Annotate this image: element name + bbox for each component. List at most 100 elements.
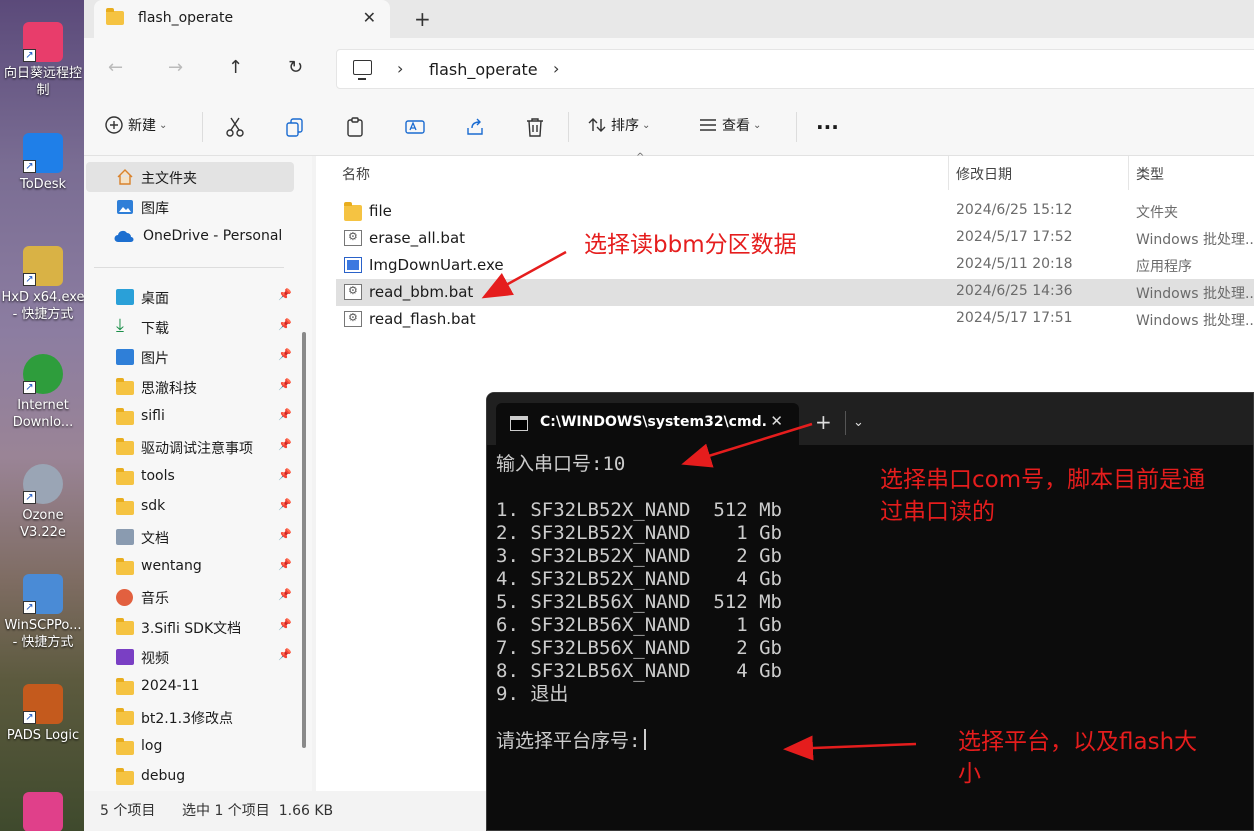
- file-type: Windows 批处理...: [1136, 286, 1254, 302]
- pin-icon[interactable]: 📌: [278, 648, 292, 661]
- status-bar: 5 个项目 选中 1 个项目 1.66 KB: [84, 791, 488, 831]
- nav-item[interactable]: 思澈科技 📌: [86, 372, 294, 402]
- folder-icon: [116, 738, 134, 755]
- paste-icon[interactable]: [344, 115, 366, 139]
- nav-item[interactable]: 驱动调试注意事项 📌: [86, 432, 294, 462]
- nav-item-gallery[interactable]: 图库: [86, 192, 294, 222]
- new-button[interactable]: 新建 ⌄: [104, 115, 167, 139]
- refresh-button[interactable]: ↻: [288, 57, 303, 78]
- nav-item-onedrive[interactable]: OneDrive - Personal: [86, 222, 294, 252]
- desktop-icon-pads[interactable]: ↗ PADS Logic: [0, 684, 86, 744]
- nav-item[interactable]: sifli 📌: [86, 402, 294, 432]
- pin-icon[interactable]: 📌: [278, 348, 292, 361]
- nav-item-label: 图库: [141, 201, 169, 217]
- column-header-date[interactable]: 修改日期: [956, 164, 1012, 184]
- pin-icon[interactable]: 📌: [278, 288, 292, 301]
- address-bar[interactable]: › flash_operate ›: [336, 49, 1254, 89]
- desktop-icon-ozone[interactable]: ↗ Ozone V3.22e: [0, 464, 86, 541]
- delete-icon[interactable]: [524, 115, 546, 139]
- nav-item[interactable]: 图片 📌: [86, 342, 294, 372]
- nav-item[interactable]: wentang 📌: [86, 552, 294, 582]
- column-header-type[interactable]: 类型: [1136, 164, 1164, 184]
- nav-scrollbar[interactable]: [302, 332, 306, 748]
- desktop-icon-winscp[interactable]: ↗ WinSCPPo... - 快捷方式: [0, 574, 86, 651]
- nav-item-label: sdk: [141, 498, 166, 514]
- nav-item[interactable]: tools 📌: [86, 462, 294, 492]
- nav-item[interactable]: sdk 📌: [86, 492, 294, 522]
- file-row[interactable]: read_flash.bat 2024/5/17 17:51 Windows 批…: [336, 306, 1254, 333]
- forward-button[interactable]: →: [168, 57, 183, 78]
- pin-icon[interactable]: 📌: [278, 378, 292, 391]
- desktop-icon-partial[interactable]: [0, 792, 86, 831]
- close-tab-icon[interactable]: ✕: [363, 8, 376, 27]
- desktop-icon-sunlogin[interactable]: ↗ 向日葵远程控 制: [0, 22, 86, 99]
- prompt-text: 请选择平台序号:: [496, 730, 641, 752]
- nav-item-home[interactable]: 主文件夹: [86, 162, 294, 192]
- nav-item[interactable]: debug: [86, 762, 294, 792]
- share-icon[interactable]: [464, 115, 486, 139]
- pin-icon[interactable]: 📌: [278, 408, 292, 421]
- nav-item-label: 图片: [141, 351, 169, 367]
- documents-icon: [116, 529, 134, 545]
- rename-icon[interactable]: [404, 115, 426, 139]
- nav-item[interactable]: 音乐 📌: [86, 582, 294, 612]
- file-row-selected[interactable]: read_bbm.bat 2024/6/25 14:36 Windows 批处理…: [336, 279, 1254, 306]
- back-button[interactable]: ←: [108, 57, 123, 78]
- pin-icon[interactable]: 📌: [278, 438, 292, 451]
- pin-icon[interactable]: 📌: [278, 558, 292, 571]
- nav-item[interactable]: log: [86, 732, 294, 762]
- pin-icon[interactable]: 📌: [278, 588, 292, 601]
- nav-item[interactable]: bt2.1.3修改点: [86, 702, 294, 732]
- new-button-label: 新建: [128, 118, 156, 134]
- nav-item-label: 音乐: [141, 591, 169, 607]
- this-pc-icon[interactable]: [353, 60, 372, 80]
- desktop-icon-todesk[interactable]: ↗ ToDesk: [0, 133, 86, 193]
- annotation-select-com: 选择串口com号，脚本目前是通 过串口读的: [880, 464, 1250, 528]
- annotation-line: 小: [958, 761, 981, 787]
- file-row[interactable]: file 2024/6/25 15:12 文件夹: [336, 198, 1254, 225]
- terminal-output[interactable]: 输入串口号:10 1. SF32LB52X_NAND 512 Mb 2. SF32L…: [496, 453, 782, 753]
- file-date: 2024/5/17 17:52: [956, 229, 1073, 245]
- nav-item[interactable]: 桌面 📌: [86, 282, 294, 312]
- nav-item[interactable]: 3.Sifli SDK文档 📌: [86, 612, 294, 642]
- chevron-down-icon[interactable]: ⌄: [853, 415, 864, 430]
- selection-info: 选中 1 个项目 1.66 KB: [182, 803, 334, 819]
- folder-icon: [116, 768, 134, 785]
- column-header-name[interactable]: 名称: [342, 164, 370, 184]
- tab-bar: flash_operate ✕ +: [84, 0, 1254, 38]
- sort-button[interactable]: 排序 ⌄: [587, 115, 650, 139]
- nav-item-label: wentang: [141, 558, 202, 574]
- chevron-right-icon[interactable]: ›: [397, 59, 403, 78]
- chevron-right-icon[interactable]: ›: [553, 59, 559, 78]
- new-tab-button[interactable]: +: [414, 7, 431, 31]
- pin-icon[interactable]: 📌: [278, 498, 292, 511]
- new-tab-button[interactable]: +: [815, 410, 832, 434]
- nav-item[interactable]: 视频 📌: [86, 642, 294, 672]
- pin-icon[interactable]: 📌: [278, 618, 292, 631]
- nav-item[interactable]: 文档 📌: [86, 522, 294, 552]
- desktop-icon: [116, 289, 134, 305]
- up-button[interactable]: ↑: [228, 57, 243, 78]
- nav-item-label: bt2.1.3修改点: [141, 711, 233, 727]
- breadcrumb[interactable]: flash_operate: [429, 60, 538, 79]
- nav-item[interactable]: 2024-11: [86, 672, 294, 702]
- desktop-icon-hxd[interactable]: ↗ HxD x64.exe - 快捷方式: [0, 246, 86, 323]
- view-button[interactable]: 查看 ⌄: [698, 115, 761, 139]
- pin-icon[interactable]: 📌: [278, 318, 292, 331]
- terminal-tab[interactable]: C:\WINDOWS\system32\cmd. ✕: [496, 403, 799, 445]
- close-tab-icon[interactable]: ✕: [770, 412, 783, 430]
- tab-flash-operate[interactable]: flash_operate ✕: [94, 0, 390, 38]
- annotation-line: 过串口读的: [880, 499, 995, 525]
- desktop-icon-label: Internet Downlo...: [12, 398, 74, 430]
- pin-icon[interactable]: 📌: [278, 528, 292, 541]
- pin-icon[interactable]: 📌: [278, 468, 292, 481]
- idm-icon: ↗: [23, 354, 63, 394]
- nav-item[interactable]: ⤓ 下载 📌: [86, 312, 294, 342]
- copy-icon[interactable]: [284, 115, 306, 139]
- cut-icon[interactable]: [224, 115, 246, 139]
- more-options-button[interactable]: ...: [816, 110, 839, 134]
- text-cursor: [644, 729, 647, 750]
- music-icon: [116, 589, 133, 606]
- command-bar: 新建 ⌄ 排序 ⌄ 查看 ⌄ ...: [84, 98, 1254, 156]
- desktop-icon-idm[interactable]: ↗ Internet Downlo...: [0, 354, 86, 431]
